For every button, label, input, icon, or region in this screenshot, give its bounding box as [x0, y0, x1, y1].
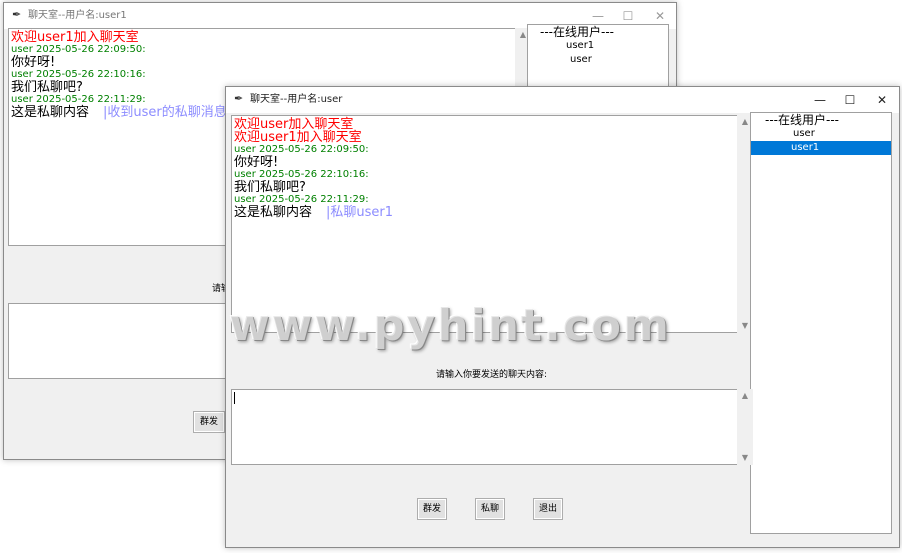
- feather-icon: ✒: [12, 8, 22, 21]
- online-users-panel[interactable]: ---在线用户--- user user1: [750, 112, 892, 534]
- message-text: 你好呀!: [234, 155, 279, 170]
- user-list-item-selected[interactable]: user1: [751, 141, 891, 155]
- text-caret: [234, 392, 235, 404]
- system-message: 欢迎user1加入聊天室: [11, 30, 139, 45]
- window-title: 聊天室--用户名:user1: [28, 10, 127, 21]
- private-note: |私聊user1: [326, 205, 394, 220]
- user-list-item[interactable]: user1: [528, 39, 668, 53]
- message-meta: user 2025-05-26 22:10:16:: [11, 69, 146, 80]
- scroll-down-arrow-icon[interactable]: ▼: [737, 451, 753, 465]
- feather-icon: ✒: [234, 92, 244, 105]
- scroll-up-arrow-icon[interactable]: ▲: [737, 389, 753, 403]
- maximize-button[interactable]: ☐: [834, 87, 866, 113]
- group-send-button[interactable]: 群发: [193, 411, 225, 433]
- private-chat-button[interactable]: 私聊: [475, 498, 505, 520]
- online-users-header: ---在线用户---: [540, 25, 614, 39]
- message-meta: user 2025-05-26 22:09:50:: [11, 44, 146, 55]
- message-input[interactable]: [231, 389, 741, 465]
- message-text: 你好呀!: [11, 55, 56, 70]
- input-scrollbar[interactable]: ▲ ▼: [737, 389, 753, 465]
- group-send-button[interactable]: 群发: [417, 498, 447, 520]
- message-text: 我们私聊吧?: [234, 180, 306, 195]
- message-meta: user 2025-05-26 22:09:50:: [234, 144, 369, 155]
- message-text-content: 这是私聊内容: [11, 105, 90, 120]
- close-button[interactable]: ✕: [866, 87, 898, 113]
- message-text-content: 这是私聊内容: [234, 205, 313, 220]
- user-list-item[interactable]: user: [751, 127, 891, 141]
- online-users-header: ---在线用户---: [765, 113, 839, 127]
- private-note: |收到user的私聊消息: [103, 105, 227, 120]
- window-title: 聊天室--用户名:user: [250, 94, 343, 105]
- watermark: www.pyhint.com: [229, 300, 671, 351]
- message-text: 这是私聊内容 |私聊user1: [232, 206, 740, 219]
- system-message: 欢迎user1加入聊天室: [234, 130, 362, 145]
- input-prompt-label: 请输入你要发送的聊天内容:: [436, 370, 548, 380]
- message-meta: user 2025-05-26 22:10:16:: [234, 169, 369, 180]
- minimize-button[interactable]: —: [804, 87, 836, 113]
- user-list-item[interactable]: user: [528, 53, 668, 67]
- exit-button[interactable]: 退出: [533, 498, 563, 520]
- title-bar[interactable]: ✒ 聊天室--用户名:user — ☐ ✕: [226, 87, 899, 113]
